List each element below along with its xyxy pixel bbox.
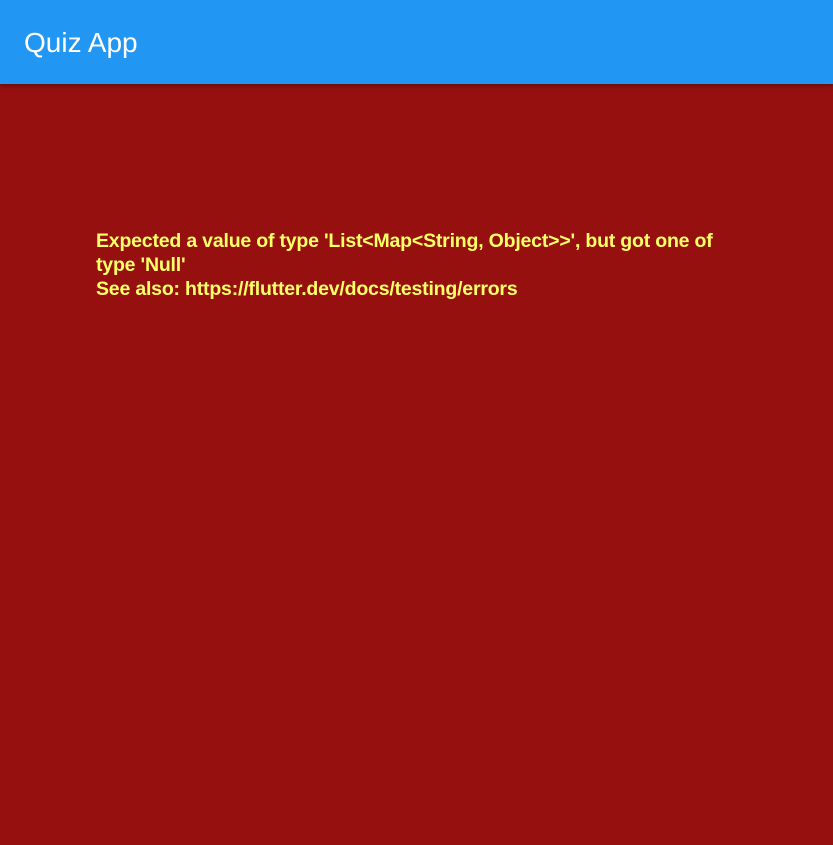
error-see-also: See also: https://flutter.dev/docs/testi… bbox=[96, 278, 518, 300]
error-screen: Expected a value of type 'List<Map<Strin… bbox=[0, 84, 833, 845]
error-message: Expected a value of type 'List<Map<Strin… bbox=[96, 230, 713, 276]
error-message-block: Expected a value of type 'List<Map<Strin… bbox=[96, 229, 741, 301]
app-title: Quiz App bbox=[24, 27, 138, 58]
app-bar: Quiz App bbox=[0, 0, 833, 84]
